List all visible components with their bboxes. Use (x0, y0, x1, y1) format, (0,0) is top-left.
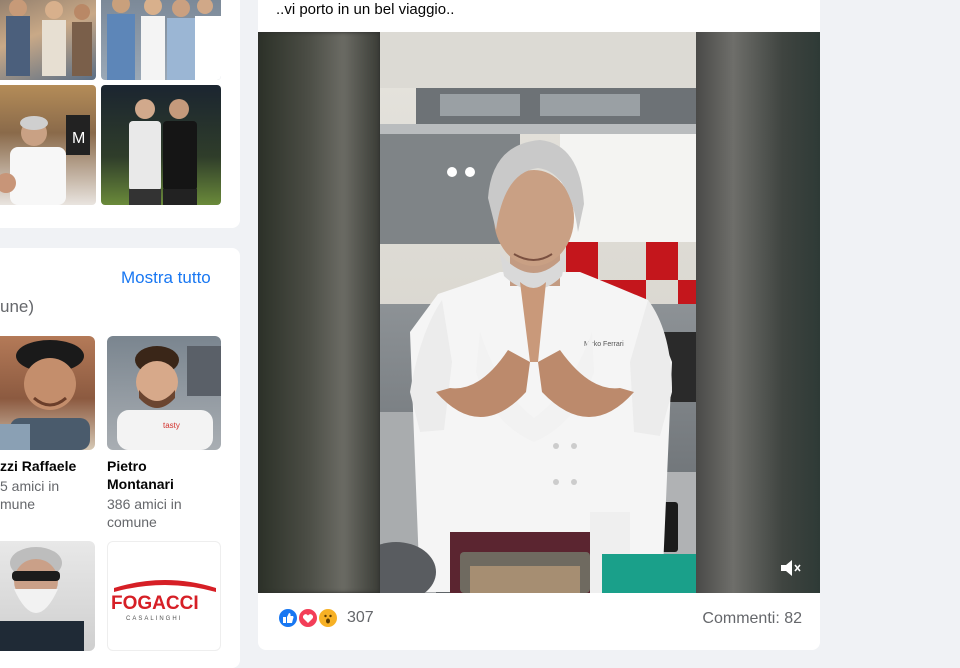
see-all-friends-link[interactable]: Mostra tutto (121, 268, 211, 288)
wow-face-glyph (324, 614, 332, 624)
friend-name[interactable]: Pietro (107, 457, 147, 475)
wow-icon[interactable] (317, 607, 339, 629)
friend-avatar-pietro: tasty (117, 346, 221, 450)
friend-mutual-count: 5 amici in (0, 478, 60, 494)
photo-thumbnail[interactable] (101, 0, 221, 80)
friend-avatar-bearded (0, 547, 84, 651)
friend-mutual-count: comune (107, 514, 157, 530)
logo-text: FOGACCI (111, 593, 199, 614)
heart-glyph (302, 614, 314, 623)
shirt-logo: tasty (163, 421, 180, 430)
logo-subtext: CASALINGHI (126, 616, 182, 622)
friend-photo[interactable]: FOGACCI CASALINGHI (107, 541, 221, 651)
video-frame: Mirko Ferrari (380, 32, 696, 593)
video-player[interactable]: Mirko Ferrari (258, 32, 820, 593)
video-blur-right (696, 32, 820, 593)
fogacci-logo: FOGACCI CASALINGHI (111, 580, 216, 622)
friend-photo[interactable] (0, 541, 95, 651)
love-icon[interactable] (297, 607, 319, 629)
friend-name[interactable]: zzi Raffaele (0, 457, 76, 475)
photo-chef: M (0, 115, 90, 205)
friend-avatar-raffaele (0, 340, 90, 450)
friend-photo[interactable]: tasty (107, 336, 221, 450)
post-text: ..vi porto in un bel viaggio.. (276, 1, 455, 18)
photo-thumbnail[interactable] (0, 0, 96, 80)
reactions-count[interactable]: 307 (347, 609, 374, 627)
friend-mutual-count: mune (0, 496, 36, 512)
photo-thumbnail[interactable]: M (0, 85, 96, 205)
photo-two-men (129, 99, 197, 205)
mute-button[interactable] (776, 554, 804, 582)
photo-thumbnail[interactable] (101, 85, 221, 205)
like-icon[interactable] (277, 607, 299, 629)
friend-mutual-count: 386 amici in (107, 496, 182, 512)
friend-photo[interactable] (0, 336, 95, 450)
friend-name[interactable]: Montanari (107, 475, 174, 493)
mute-icon (781, 560, 801, 576)
comments-count[interactable]: Commenti: 82 (702, 610, 802, 628)
thumbs-up-glyph (283, 613, 294, 623)
friends-count-subtitle: une) (0, 297, 35, 316)
video-blur-left (258, 32, 380, 593)
chef-video-still: Mirko Ferrari (380, 32, 696, 593)
svg-text:M: M (72, 130, 85, 147)
photo-people (6, 0, 92, 76)
photo-people (107, 0, 221, 80)
